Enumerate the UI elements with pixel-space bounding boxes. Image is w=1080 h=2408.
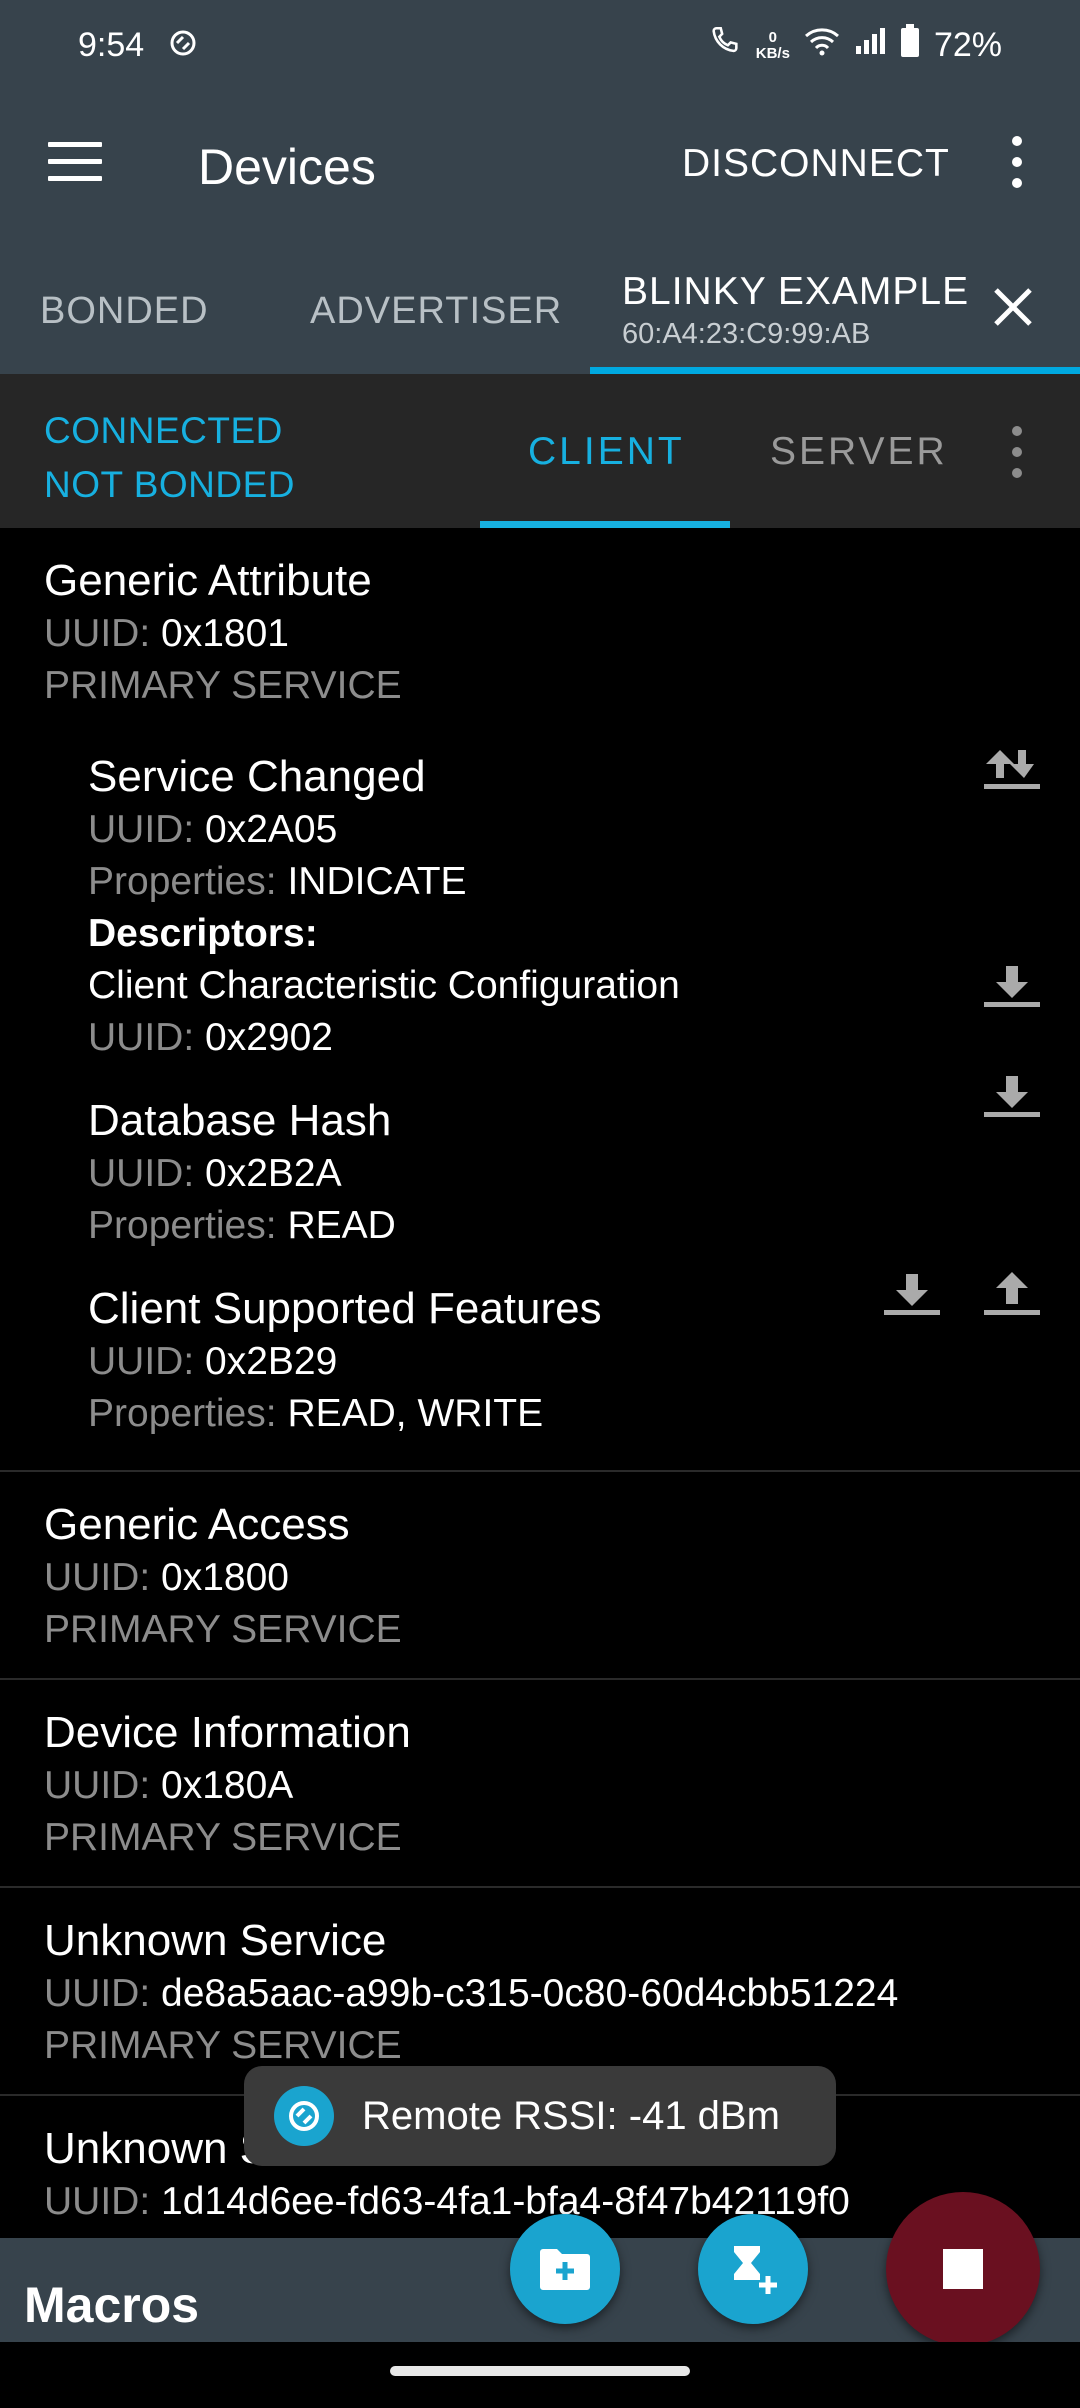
service-uuid: 0x1800	[161, 1556, 289, 1599]
descriptor-uuid: 0x2902	[205, 1016, 333, 1059]
download-icon[interactable]	[982, 962, 1042, 1012]
device-tabs: BONDED ADVERTISER BLINKY EXAMPLE 60:A4:2…	[0, 240, 1080, 374]
tab-bonded[interactable]: BONDED	[40, 290, 209, 333]
upload-icon[interactable]	[982, 1270, 1042, 1320]
app-bar: Devices DISCONNECT	[0, 90, 1080, 240]
wifi-icon	[804, 26, 840, 65]
service-name: Generic Attribute	[44, 556, 372, 605]
tab-indicator	[480, 521, 730, 528]
battery-icon	[900, 24, 920, 67]
disconnect-button[interactable]: DISCONNECT	[682, 142, 950, 186]
characteristic-item[interactable]: Client Supported Features UUID: 0x2B29 P…	[44, 1272, 1080, 1440]
service-type: PRIMARY SERVICE	[44, 664, 402, 707]
characteristic-properties: READ	[287, 1204, 396, 1247]
connection-state: CONNECTED	[44, 410, 283, 451]
service-item[interactable]: Generic Attribute UUID: 0x1801 PRIMARY S…	[0, 528, 1080, 1472]
download-icon[interactable]	[982, 1072, 1042, 1122]
more-vert-icon[interactable]	[1005, 426, 1029, 482]
characteristic-name: Service Changed	[88, 752, 426, 801]
characteristic-item[interactable]: Service Changed UUID: 0x2A05 Properties:…	[44, 750, 1080, 1064]
menu-icon[interactable]	[48, 142, 102, 182]
battery-level: 72%	[933, 26, 1002, 64]
signal-icon	[854, 26, 886, 65]
services-list[interactable]: Generic Attribute UUID: 0x1801 PRIMARY S…	[0, 528, 1080, 2238]
call-icon	[708, 24, 742, 67]
app-logo-icon	[274, 2086, 334, 2146]
service-item[interactable]: Device Information UUID: 0x180A PRIMARY …	[0, 1680, 1080, 1888]
characteristic-item[interactable]: Database Hash UUID: 0x2B2A Properties: R…	[44, 1076, 1080, 1252]
link-icon	[168, 28, 198, 63]
tab-indicator	[590, 367, 1080, 374]
clock: 9:54	[78, 26, 145, 64]
service-name: Unknown Service	[44, 1916, 387, 1965]
descriptor-name: Client Characteristic Configuration	[88, 964, 680, 1007]
tab-advertiser[interactable]: ADVERTISER	[310, 290, 562, 333]
service-uuid: 0x180A	[161, 1764, 294, 1807]
service-name: Device Information	[44, 1708, 411, 1757]
service-uuid: 0x1801	[161, 612, 289, 655]
bond-state: NOT BONDED	[44, 464, 296, 505]
service-item[interactable]: Unknown Service UUID: de8a5aac-a99b-c315…	[0, 1888, 1080, 2096]
toast-text: Remote RSSI: -41 dBm	[362, 2093, 780, 2138]
connection-bar: CONNECTED NOT BONDED CLIENT SERVER	[0, 374, 1080, 528]
net-speed: 0 KB/s	[755, 28, 790, 62]
more-vert-icon[interactable]	[1005, 136, 1029, 192]
navigation-bar	[0, 2342, 1080, 2408]
uuid-label: UUID:	[44, 612, 151, 655]
descriptors-heading: Descriptors:	[88, 912, 318, 955]
create-new-folder-icon[interactable]	[510, 2214, 620, 2324]
service-type: PRIMARY SERVICE	[44, 1816, 402, 1859]
characteristic-uuid: 0x2A05	[205, 808, 338, 851]
characteristic-name: Database Hash	[88, 1096, 392, 1145]
close-icon[interactable]	[990, 284, 1036, 330]
characteristic-uuid: 0x2B29	[205, 1340, 338, 1383]
add-macro-icon[interactable]	[698, 2214, 808, 2324]
download-icon[interactable]	[882, 1270, 942, 1320]
service-uuid: de8a5aac-a99b-c315-0c80-60d4cbb51224	[161, 1972, 899, 2015]
stop-icon[interactable]	[886, 2192, 1040, 2346]
characteristic-properties: INDICATE	[287, 860, 467, 903]
tab-client[interactable]: CLIENT	[528, 430, 685, 474]
service-type: PRIMARY SERVICE	[44, 1608, 402, 1651]
characteristic-uuid: 0x2B2A	[205, 1152, 342, 1195]
macros-title: Macros	[24, 2277, 200, 2333]
tab-server[interactable]: SERVER	[770, 430, 948, 474]
service-item[interactable]: Generic Access UUID: 0x1800 PRIMARY SERV…	[0, 1472, 1080, 1680]
page-title: Devices	[198, 139, 376, 195]
service-name: Generic Access	[44, 1500, 350, 1549]
download-upload-icon[interactable]	[982, 744, 1042, 794]
rssi-toast: Remote RSSI: -41 dBm	[244, 2066, 836, 2166]
home-handle[interactable]	[390, 2366, 690, 2376]
status-bar: 9:54 0 KB/s 72%	[0, 0, 1080, 90]
characteristic-properties: READ, WRITE	[287, 1392, 544, 1435]
service-type: PRIMARY SERVICE	[44, 2024, 402, 2067]
